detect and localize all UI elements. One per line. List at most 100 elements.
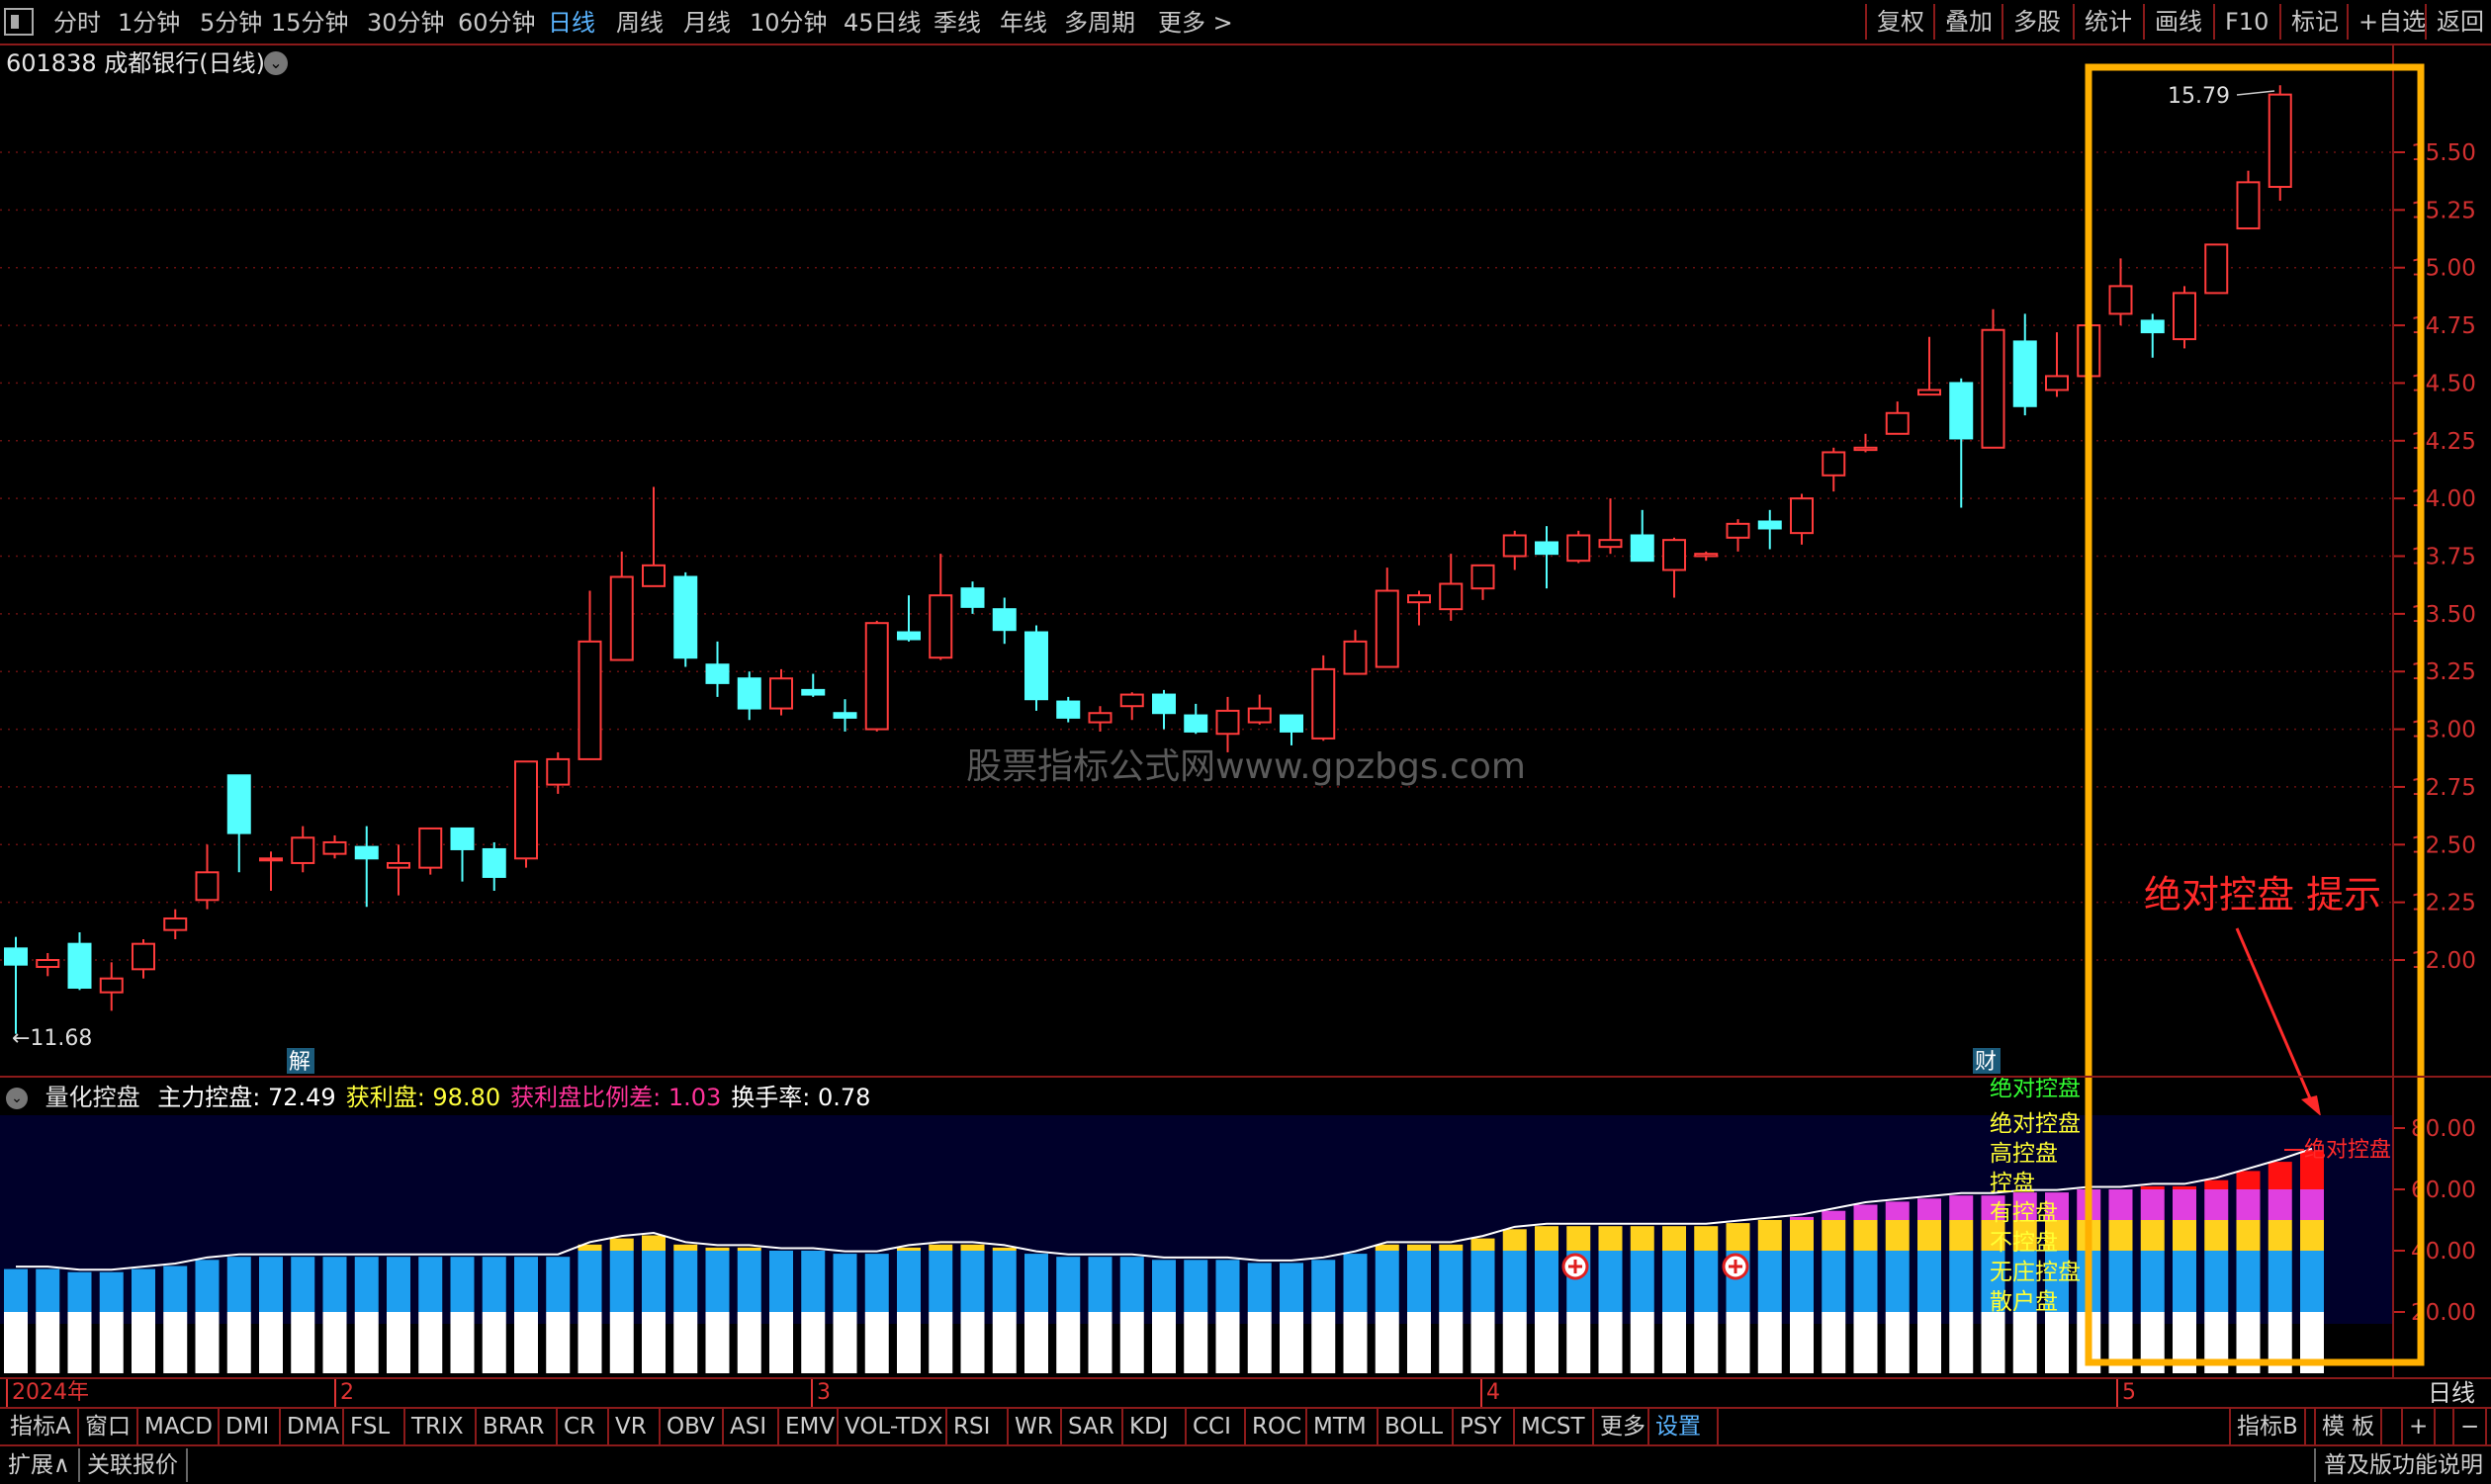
period-tab-1[interactable]: 1分钟 <box>112 6 186 40</box>
indicator-tab-19[interactable]: ROC <box>1246 1409 1307 1444</box>
indicator-tab-6[interactable]: TRIX <box>405 1409 477 1444</box>
toolbar-button-6[interactable]: 标记 <box>2279 4 2349 40</box>
period-tab-14[interactable]: 更多 > <box>1152 6 1239 40</box>
marker-jie: 解 <box>289 1050 311 1075</box>
indicator-tab-21[interactable]: BOLL <box>1379 1409 1454 1444</box>
indicator-tab-22[interactable]: PSY <box>1454 1409 1515 1444</box>
indicator-tab-11[interactable]: ASI <box>724 1409 779 1444</box>
edition-info-link[interactable]: 普及版功能说明 <box>2314 1448 2491 1482</box>
period-tab-12[interactable]: 年线 <box>994 6 1053 40</box>
period-tab-4[interactable]: 30分钟 <box>361 6 451 40</box>
indicator-bar <box>705 1312 730 1373</box>
period-tab-7[interactable]: 周线 <box>610 6 669 40</box>
indicator-bar <box>1056 1257 1081 1312</box>
indicator-tab-9[interactable]: VR <box>609 1409 661 1444</box>
indicator-bar <box>1184 1260 1208 1312</box>
indicator-tab-3[interactable]: DMI <box>220 1409 281 1444</box>
indicator-bar <box>1119 1312 1144 1373</box>
watermark: 股票指标公式网www.gpzbgs.com <box>966 746 1526 787</box>
period-tab-8[interactable]: 月线 <box>677 6 737 40</box>
right-tab-1[interactable]: 模 板 <box>2314 1409 2383 1444</box>
candle-body <box>897 631 921 641</box>
indicator-tab-14[interactable]: RSI <box>947 1409 1009 1444</box>
indicator-tab-25[interactable]: 设置 <box>1649 1409 1719 1444</box>
indicator-bar <box>1917 1251 1941 1312</box>
collapse-icon[interactable]: ⌄ <box>6 1088 28 1109</box>
period-tab-6[interactable]: 日线 <box>542 6 601 40</box>
indicator-tab-0[interactable]: 指标A <box>4 1409 79 1444</box>
period-tab-11[interactable]: 季线 <box>928 6 987 40</box>
period-tab-5[interactable]: 60分钟 <box>452 6 542 40</box>
toolbar-button-4[interactable]: 画线 <box>2143 4 2212 40</box>
indicator-bar <box>1024 1312 1048 1373</box>
period-tab-2[interactable]: 5分钟 <box>194 6 268 40</box>
indicator-bar <box>1630 1312 1654 1373</box>
toolbar-button-7[interactable]: +自选 <box>2347 4 2436 40</box>
indicator-tab-10[interactable]: OBV <box>661 1409 724 1444</box>
toolbar-button-5[interactable]: F10 <box>2213 4 2278 40</box>
right-tab-3[interactable]: − <box>2452 1409 2488 1444</box>
indicator-bar <box>2140 1220 2165 1251</box>
indicator-bar <box>1630 1226 1654 1251</box>
indicator-bar <box>2236 1220 2261 1251</box>
candle-body <box>226 774 251 834</box>
indicator-bar <box>1853 1220 1878 1251</box>
toolbar-button-3[interactable]: 统计 <box>2073 4 2142 40</box>
indicator-bar <box>609 1238 634 1251</box>
indicator-bar <box>2045 1312 2069 1373</box>
indicator-tab-13[interactable]: VOL-TDX <box>839 1409 947 1444</box>
period-tab-3[interactable]: 15分钟 <box>265 6 355 40</box>
indicator-tab-23[interactable]: MCST <box>1515 1409 1594 1444</box>
indicator-tab-24[interactable]: 更多 <box>1594 1409 1649 1444</box>
indicator-tab-20[interactable]: MTM <box>1307 1409 1379 1444</box>
expand-button[interactable]: 扩展∧ <box>0 1448 80 1482</box>
indicator-tab-7[interactable]: BRAR <box>477 1409 558 1444</box>
indicator-bar <box>1407 1312 1431 1373</box>
indicator-tab-16[interactable]: SAR <box>1062 1409 1123 1444</box>
indicator-bar <box>673 1251 698 1312</box>
indicator-tab-2[interactable]: MACD <box>138 1409 220 1444</box>
indicator-bar <box>1535 1312 1558 1373</box>
indicator-tab-4[interactable]: DMA <box>281 1409 344 1444</box>
toolbar-button-2[interactable]: 多股 <box>2002 4 2071 40</box>
indicator-bar <box>2268 1251 2292 1312</box>
indicator-bar <box>1375 1312 1399 1373</box>
right-tab-2[interactable]: + <box>2401 1409 2437 1444</box>
candle-body <box>1949 382 1974 440</box>
indicator-bar <box>2268 1220 2292 1251</box>
toolbar-button-1[interactable]: 叠加 <box>1933 4 2002 40</box>
indicator-tab-15[interactable]: WR <box>1009 1409 1062 1444</box>
indicator-bar <box>226 1312 251 1373</box>
indicator-bar <box>897 1312 921 1373</box>
indicator-bar <box>1694 1312 1719 1373</box>
indicator-bar <box>2012 1312 2037 1373</box>
period-tab-0[interactable]: 分时 <box>47 6 107 40</box>
candle-body <box>1343 640 1368 675</box>
indicator-bar <box>354 1257 379 1312</box>
legend-item: 无庄控盘 <box>1990 1260 2081 1285</box>
period-tab-10[interactable]: 45日线 <box>838 6 928 40</box>
indicator-bar <box>1694 1226 1719 1251</box>
indicator-bar <box>418 1257 443 1312</box>
candle-body <box>1535 541 1558 556</box>
indicator-bar <box>801 1251 826 1312</box>
indicator-tab-1[interactable]: 窗口 <box>79 1409 138 1444</box>
kline-chart[interactable]: 15.5015.2515.0014.7514.5014.2514.0013.75… <box>0 45 2491 1377</box>
indicator-bar <box>2204 1179 2229 1189</box>
toolbar-button-0[interactable]: 复权 <box>1865 4 1934 40</box>
period-tab-9[interactable]: 10分钟 <box>744 6 834 40</box>
indicator-bar <box>1822 1251 1846 1312</box>
indicator-bar <box>864 1254 889 1312</box>
toolbar-button-8[interactable]: 返回 <box>2425 4 2491 40</box>
indicator-tab-18[interactable]: CCI <box>1187 1409 1246 1444</box>
window-menu-icon[interactable] <box>4 8 34 36</box>
indicator-tab-12[interactable]: EMV <box>779 1409 839 1444</box>
indicator-tab-5[interactable]: FSL <box>344 1409 405 1444</box>
indicator-bar <box>1566 1226 1591 1251</box>
candle-body <box>1757 520 1782 530</box>
related-quote-button[interactable]: 关联报价 <box>79 1448 188 1482</box>
indicator-tab-8[interactable]: CR <box>558 1409 609 1444</box>
indicator-tab-17[interactable]: KDJ <box>1123 1409 1187 1444</box>
period-tab-13[interactable]: 多周期 <box>1058 6 1141 40</box>
right-tab-0[interactable]: 指标B <box>2229 1409 2306 1444</box>
